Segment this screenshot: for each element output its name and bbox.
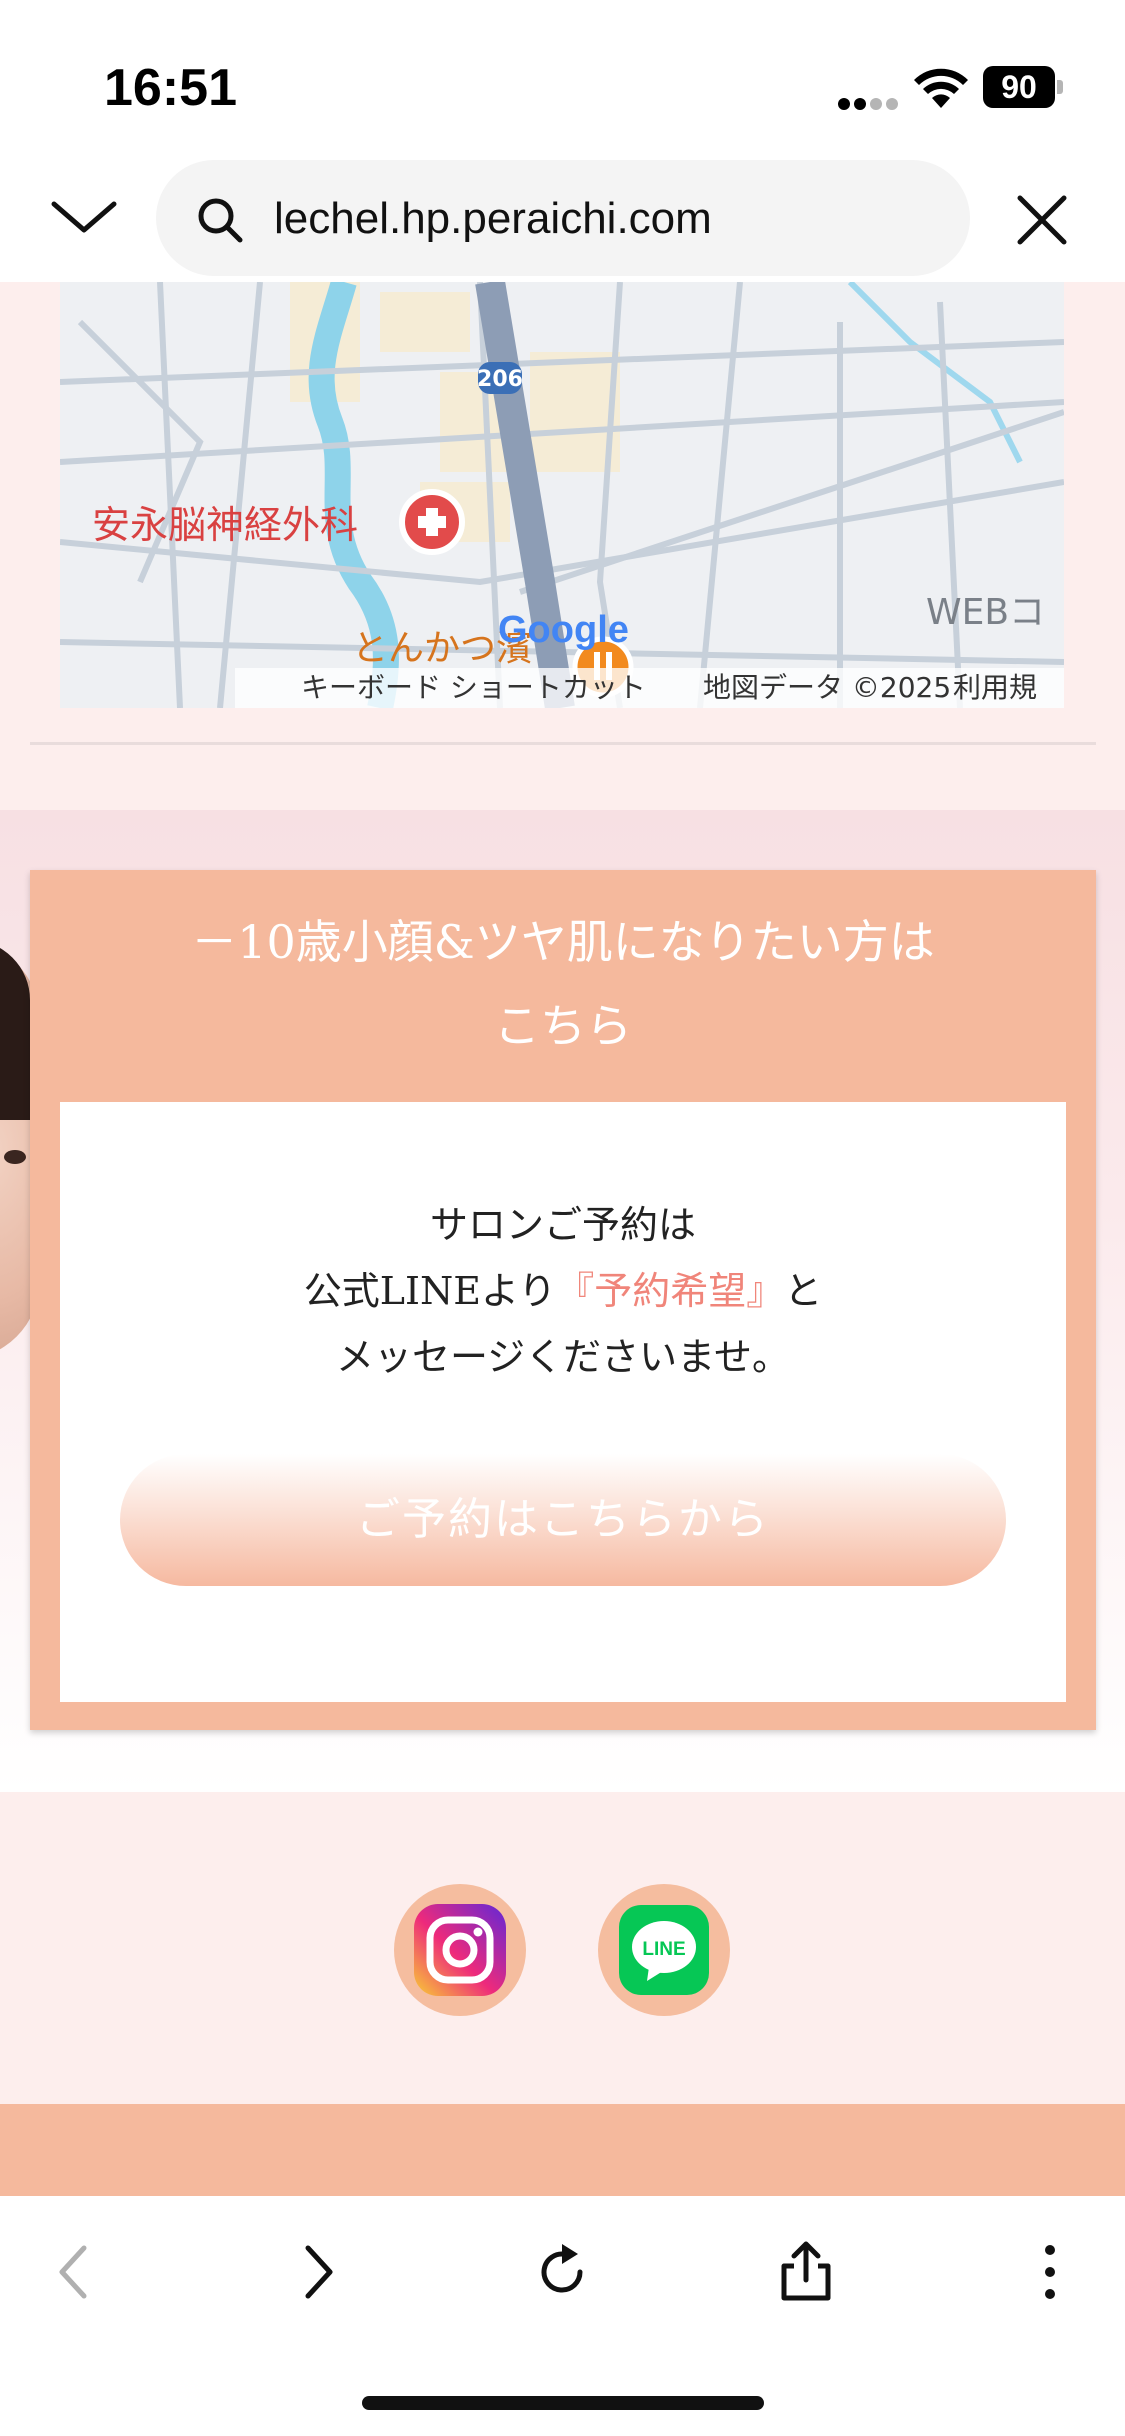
google-map[interactable]: 206 安永脳神経外科 とんかつ濱 WEBコ Google キーボード ショート… xyxy=(60,282,1064,708)
route-label: 206 xyxy=(477,367,523,392)
google-logo: Google xyxy=(498,609,629,651)
url-field[interactable]: lechel.hp.peraichi.com xyxy=(156,160,970,276)
close-icon[interactable] xyxy=(1014,192,1070,248)
message-line-3: メッセージくださいませ。 xyxy=(335,1335,791,1379)
card-body: サロンご予約は 公式LINEより『予約希望』と メッセージくださいませ。 ご予約… xyxy=(60,1102,1066,1702)
divider xyxy=(30,742,1096,745)
map-attribution: キーボード ショートカット 地図データ ©2025 利用規約 xyxy=(235,668,1064,708)
more-icon[interactable] xyxy=(1018,2240,1082,2304)
social-links: LINE xyxy=(0,1792,1125,2104)
browser-toolbar xyxy=(0,2196,1125,2436)
terms-link[interactable]: 利用規約 xyxy=(953,668,1064,708)
model-eye xyxy=(4,1150,26,1164)
back-icon[interactable] xyxy=(44,2240,108,2304)
map-canvas: 206 安永脳神経外科 とんかつ濱 WEBコ Google xyxy=(60,282,1064,708)
status-time: 16:51 xyxy=(104,59,237,117)
wifi-icon xyxy=(914,68,968,108)
reload-icon[interactable] xyxy=(530,2240,594,2304)
battery-icon: 90 xyxy=(983,66,1063,110)
forward-icon[interactable] xyxy=(286,2240,350,2304)
instagram-button[interactable] xyxy=(394,1884,526,2016)
chevron-down-icon[interactable] xyxy=(48,190,120,242)
share-icon[interactable] xyxy=(774,2240,838,2304)
map-section: 206 安永脳神経外科 とんかつ濱 WEBコ Google キーボード ショート… xyxy=(0,282,1125,810)
instagram-icon xyxy=(414,1904,506,1996)
line-badge-text: LINE xyxy=(642,1939,685,1960)
reservation-message: サロンご予約は 公式LINEより『予約希望』と メッセージくださいませ。 xyxy=(60,1192,1066,1390)
message-line-2: 公式LINEより『予約希望』と xyxy=(60,1258,1066,1324)
message-line-1: サロンご予約は xyxy=(429,1203,696,1247)
map-place-web: WEBコ xyxy=(926,592,1045,633)
cellular-signal-icon xyxy=(838,86,898,110)
url-text: lechel.hp.peraichi.com xyxy=(274,194,712,243)
line-button[interactable]: LINE xyxy=(598,1884,730,2016)
card-title: －10歳小顔&ツヤ肌になりたい方は こちら xyxy=(191,915,935,1053)
message-line-2-prefix: 公式LINEより xyxy=(303,1269,557,1313)
line-icon: LINE xyxy=(619,1905,709,1995)
browser-address-bar: lechel.hp.peraichi.com xyxy=(0,150,1125,282)
search-icon xyxy=(198,198,243,243)
footer-band xyxy=(0,2104,1125,2196)
status-bar: 16:51 90 xyxy=(0,0,1125,170)
keyboard-shortcuts-link[interactable]: キーボード ショートカット xyxy=(301,668,646,708)
model-hair xyxy=(0,940,30,1120)
reservation-card: －10歳小顔&ツヤ肌になりたい方は こちら サロンご予約は 公式LINEより『予… xyxy=(30,870,1096,1730)
map-place-hospital: 安永脳神経外科 xyxy=(92,503,358,547)
home-indicator xyxy=(362,2396,764,2410)
message-line-2-suffix: と xyxy=(784,1269,823,1313)
reserve-button[interactable]: ご予約はこちらから xyxy=(120,1454,1006,1586)
map-data-text: 地図データ ©2025 xyxy=(703,671,952,704)
message-highlight: 『予約希望』 xyxy=(556,1269,785,1313)
battery-level: 90 xyxy=(983,66,1055,108)
promo-section: －10歳小顔&ツヤ肌になりたい方は こちら サロンご予約は 公式LINEより『予… xyxy=(0,810,1125,1792)
